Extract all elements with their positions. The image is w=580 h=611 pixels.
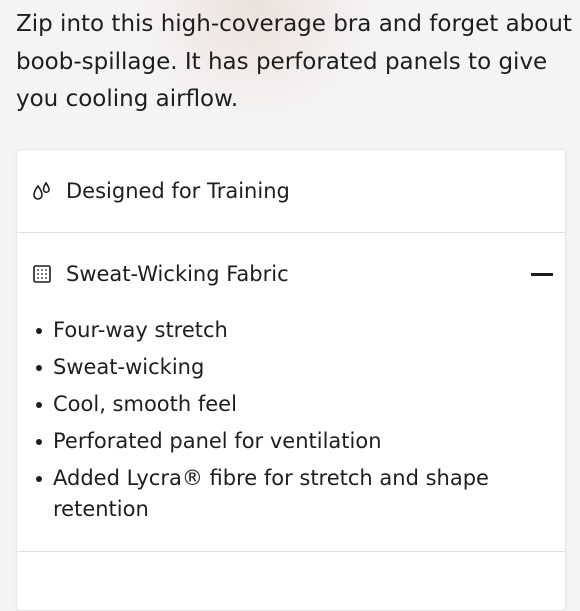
feature-item: Cool, smooth feel (31, 389, 553, 420)
product-description: Zip into this high-coverage bra and forg… (16, 11, 572, 112)
fabric-swatch-icon (31, 263, 53, 285)
accordion-item-designed-for-training: Designed for Training (17, 150, 565, 233)
features-accordion: Designed for Training Sweat-Wicking Fabr… (16, 149, 566, 611)
droplets-icon (31, 180, 53, 202)
accordion-header-sweat-wicking-fabric[interactable]: Sweat-Wicking Fabric (17, 233, 565, 315)
feature-item: Added Lycra® fibre for stretch and shape… (31, 463, 553, 525)
accordion-title: Designed for Training (66, 179, 290, 203)
accordion-title: Sweat-Wicking Fabric (66, 262, 289, 286)
collapse-minus-icon[interactable] (531, 263, 553, 285)
accordion-header-designed-for-training[interactable]: Designed for Training (17, 150, 565, 232)
feature-list: Four-way stretch Sweat-wicking Cool, smo… (31, 315, 553, 525)
accordion-item-sweat-wicking-fabric: Sweat-Wicking Fabric Four-way stretch Sw… (17, 233, 565, 552)
feature-item: Four-way stretch (31, 315, 553, 346)
feature-item: Sweat-wicking (31, 352, 553, 383)
feature-item: Perforated panel for ventilation (31, 426, 553, 457)
accordion-body: Four-way stretch Sweat-wicking Cool, smo… (17, 315, 565, 551)
